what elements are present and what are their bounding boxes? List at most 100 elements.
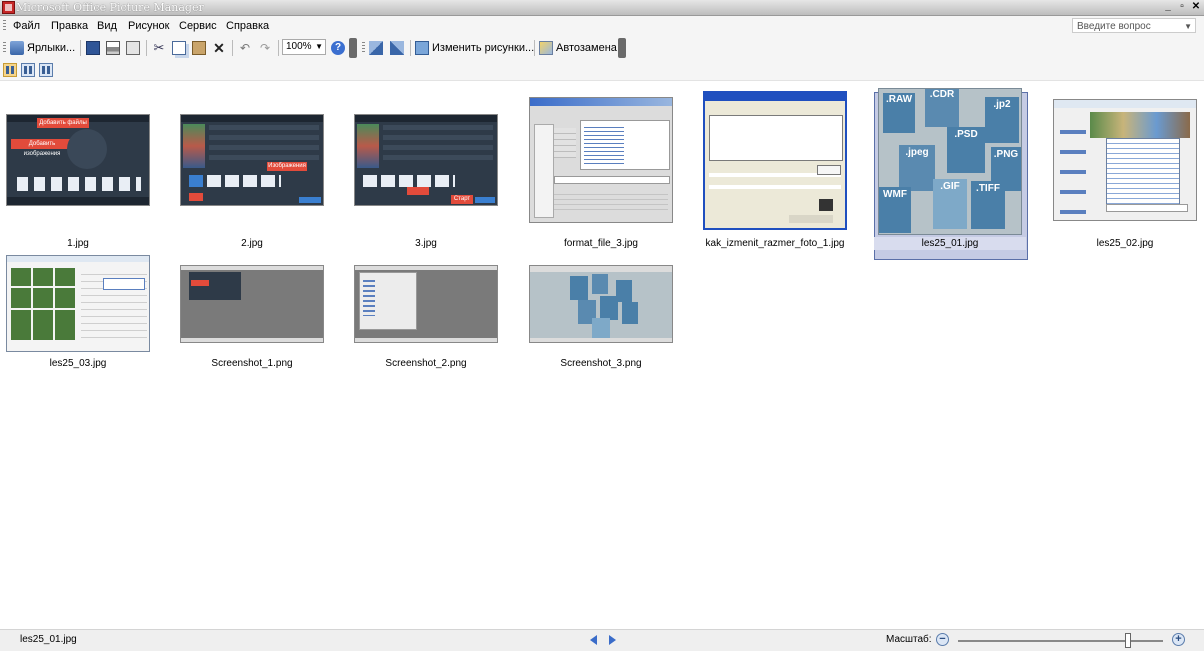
format-tag: .jpeg (899, 145, 935, 191)
toolbar-separator (80, 40, 81, 56)
app-icon (2, 1, 15, 14)
autocorrect-icon (539, 41, 553, 55)
toolbar-grip[interactable] (362, 42, 365, 54)
shortcuts-button[interactable]: Ярлыки... (10, 39, 75, 57)
zoom-value: 100% (286, 41, 312, 52)
thumbnail-filename: les25_03.jpg (49, 358, 107, 369)
zoom-in-icon[interactable]: + (1172, 633, 1185, 646)
format-tag: .GIF (933, 179, 967, 229)
next-picture-icon[interactable] (609, 635, 616, 645)
copy-button[interactable] (172, 39, 186, 57)
single-picture-view-icon[interactable] (39, 63, 53, 77)
delete-button[interactable]: ✕ (212, 39, 226, 57)
thumb-text: Изображения (267, 162, 307, 171)
standard-toolbar: Ярлыки... ✂ ✕ ↶ ↷ 100% ▼ ? Изменить рису… (0, 36, 1204, 60)
close-button[interactable]: ✕ (1190, 1, 1202, 13)
toolbar-separator (278, 40, 279, 56)
undo-button[interactable]: ↶ (238, 39, 252, 57)
menu-file[interactable]: Файл (13, 16, 40, 36)
window-title: Microsoft Office Picture Manager (16, 1, 204, 14)
thumbnail-item[interactable]: format_file_3.jpg (526, 95, 676, 265)
thumbnail-image[interactable]: Добавить файлы Добавить изображения (6, 114, 150, 206)
format-tag: .CDR (925, 89, 959, 127)
status-bar: les25_01.jpg Масштаб: − + (0, 629, 1204, 651)
toolbar-separator (534, 40, 535, 56)
zoom-label: Масштаб: (886, 634, 932, 645)
menu-bar: Файл Правка Вид Рисунок Сервис Справка В… (0, 16, 1204, 36)
chevron-down-icon[interactable]: ▼ (315, 40, 323, 54)
thumbnail-item[interactable]: Старт 3.jpg (351, 95, 501, 265)
toolbar-overflow-button[interactable] (618, 38, 626, 58)
copy-icon (172, 41, 186, 55)
print-button[interactable] (106, 39, 120, 57)
window-controls: _ ▫ ✕ (1162, 1, 1202, 13)
thumbnail-image[interactable] (529, 97, 673, 223)
chevron-down-icon[interactable]: ▼ (1184, 19, 1192, 34)
email-button[interactable] (126, 39, 140, 57)
thumbnail-item[interactable]: Screenshot_3.png (526, 255, 676, 425)
thumbnail-image[interactable] (703, 91, 847, 230)
format-tag: WMF (879, 187, 911, 233)
thumbnail-filename: les25_01.jpg (874, 237, 1026, 250)
autocorrect-button[interactable]: Автозамена (539, 39, 617, 57)
thumbnail-filename: Screenshot_3.png (560, 358, 642, 369)
format-tag: .jp2 (985, 97, 1019, 143)
thumbnail-image[interactable] (354, 265, 498, 343)
toolbar-separator (410, 40, 411, 56)
help-search-input[interactable]: Введите вопрос ▼ (1072, 18, 1196, 33)
thumbnail-filename: 2.jpg (241, 238, 263, 249)
toolbar-overflow-button[interactable] (349, 38, 357, 58)
restore-button[interactable]: ▫ (1176, 1, 1188, 13)
menu-tools[interactable]: Сервис (179, 16, 217, 36)
rotate-left-button[interactable] (369, 39, 383, 57)
zoom-slider-track[interactable] (958, 640, 1163, 642)
help-button[interactable]: ? (331, 39, 345, 57)
save-button[interactable] (86, 39, 100, 57)
thumbnail-image[interactable]: Старт (354, 114, 498, 206)
thumbnail-image[interactable] (6, 255, 150, 352)
thumbnail-item[interactable]: Изображения 2.jpg (177, 95, 327, 265)
zoom-slider-thumb[interactable] (1125, 633, 1132, 648)
thumbnail-item[interactable]: Screenshot_1.png (177, 255, 327, 425)
redo-button[interactable]: ↷ (258, 39, 272, 57)
thumbnail-image[interactable] (180, 265, 324, 343)
thumbnail-item[interactable]: kak_izmenit_razmer_foto_1.jpg (700, 91, 850, 265)
paste-button[interactable] (192, 39, 206, 57)
autocorrect-label: Автозамена (556, 42, 617, 54)
thumbnail-item[interactable]: Screenshot_2.png (351, 255, 501, 425)
menu-view[interactable]: Вид (97, 16, 117, 36)
thumbnail-image[interactable]: Изображения (180, 114, 324, 206)
thumbnails-view-icon[interactable] (3, 63, 17, 77)
zoom-out-icon[interactable]: − (936, 633, 949, 646)
zoom-select[interactable]: 100% ▼ (282, 39, 326, 55)
minimize-button[interactable]: _ (1162, 1, 1174, 13)
cut-button[interactable]: ✂ (152, 39, 166, 57)
menu-grip[interactable] (3, 20, 6, 32)
thumbnail-filename: kak_izmenit_razmer_foto_1.jpg (705, 238, 845, 249)
title-bar: Microsoft Office Picture Manager _ ▫ ✕ (0, 0, 1204, 16)
thumbnail-image[interactable] (1053, 99, 1197, 221)
thumbnail-item[interactable]: les25_02.jpg (1050, 95, 1200, 265)
shortcuts-icon (10, 41, 24, 55)
thumb-text: Добавить изображения (11, 139, 73, 157)
menu-edit[interactable]: Правка (51, 16, 88, 36)
thumbnail-image[interactable]: .RAW .CDR .jp2 .PSD .jpeg .PNG WMF .GIF … (878, 88, 1022, 235)
rotate-right-button[interactable] (390, 39, 404, 57)
thumbnail-item[interactable]: les25_03.jpg (3, 255, 153, 425)
thumbnail-filename: format_file_3.jpg (564, 238, 638, 249)
menu-help[interactable]: Справка (226, 16, 269, 36)
view-bar (0, 60, 1204, 81)
save-icon (86, 41, 100, 55)
thumbnail-item[interactable]: .RAW .CDR .jp2 .PSD .jpeg .PNG WMF .GIF … (874, 88, 1028, 265)
help-icon: ? (331, 41, 345, 55)
previous-picture-icon[interactable] (590, 635, 597, 645)
thumbnail-item[interactable]: Добавить файлы Добавить изображения 1.jp… (3, 95, 153, 265)
filmstrip-view-icon[interactable] (21, 63, 35, 77)
thumbnail-image[interactable] (529, 265, 673, 343)
thumbnail-filename: Screenshot_1.png (211, 358, 293, 369)
menu-picture[interactable]: Рисунок (128, 16, 170, 36)
toolbar-grip[interactable] (3, 42, 6, 54)
toolbar-separator (232, 40, 233, 56)
edit-pictures-label: Изменить рисунки... (432, 42, 535, 54)
edit-pictures-button[interactable]: Изменить рисунки... (415, 39, 534, 57)
